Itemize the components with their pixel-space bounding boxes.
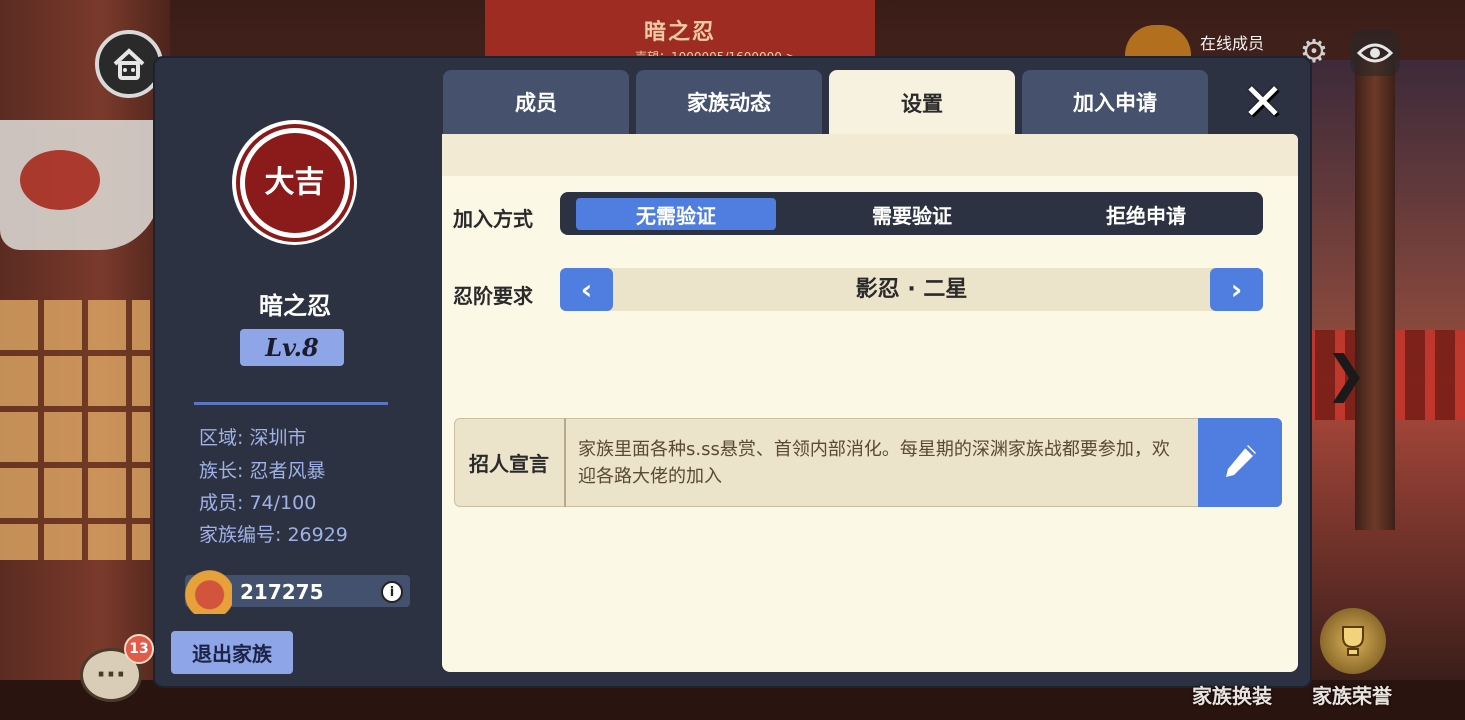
coin-bag-icon bbox=[176, 566, 232, 614]
chat-badge: 13 bbox=[124, 634, 154, 664]
family-emblem: 大吉 bbox=[232, 120, 357, 245]
join-option-no-verify[interactable]: 无需验证 bbox=[576, 198, 776, 230]
background-banner: 暗之忍 声望：1000005/1600000 > bbox=[485, 0, 875, 64]
home-button[interactable] bbox=[95, 30, 163, 98]
trophy-icon[interactable] bbox=[1320, 608, 1386, 674]
close-icon[interactable]: ✕ bbox=[1237, 77, 1289, 127]
banner-title: 暗之忍 bbox=[643, 20, 716, 45]
rank-requirement-label: 忍阶要求 bbox=[453, 284, 533, 308]
sidebar-divider bbox=[194, 402, 388, 405]
chevron-right-icon[interactable]: › bbox=[1210, 268, 1263, 311]
tab-settings[interactable]: 设置 bbox=[829, 70, 1015, 136]
edit-pencil-icon bbox=[1226, 444, 1256, 477]
info-members: 成员: 74/100 bbox=[199, 492, 317, 514]
family-name: 暗之忍 bbox=[259, 292, 331, 320]
family-level-badge: Lv.8 bbox=[240, 329, 344, 366]
join-option-need-verify[interactable]: 需要验证 bbox=[812, 198, 1012, 230]
family-outfit-label[interactable]: 家族换装 bbox=[1192, 680, 1272, 709]
background-pillar bbox=[1355, 60, 1395, 530]
tab-family-news[interactable]: 家族动态 bbox=[636, 70, 822, 134]
exit-family-button[interactable]: 退出家族 bbox=[171, 631, 293, 674]
online-members-label[interactable]: 在线成员 bbox=[1200, 30, 1264, 54]
chevron-left-icon[interactable]: ‹ bbox=[560, 268, 613, 311]
info-family-id: 家族编号: 26929 bbox=[199, 524, 348, 546]
info-icon[interactable]: i bbox=[381, 581, 403, 603]
eye-icon[interactable] bbox=[1350, 30, 1400, 76]
join-option-reject[interactable]: 拒绝申请 bbox=[1046, 198, 1246, 230]
emblem-text: 大吉 bbox=[235, 123, 354, 242]
rank-value: 影忍 · 二星 bbox=[855, 277, 968, 302]
chevron-right-nav-icon[interactable]: ❯ bbox=[1325, 345, 1367, 403]
tab-join-requests[interactable]: 加入申请 bbox=[1022, 70, 1208, 134]
content-top-strip bbox=[442, 134, 1298, 176]
background-cloth bbox=[0, 120, 160, 250]
family-honor-label[interactable]: 家族荣誉 bbox=[1312, 680, 1392, 709]
recruit-declaration-label: 招人宣言 bbox=[454, 418, 566, 507]
edit-declaration-button[interactable] bbox=[1198, 418, 1282, 507]
family-funds-amount: 217275 bbox=[240, 580, 324, 604]
recruit-declaration-text: 家族里面各种s.ss悬赏、首领内部消化。每星期的深渊家族战都要参加，欢迎各路大佬… bbox=[578, 439, 1170, 487]
join-method-label: 加入方式 bbox=[453, 207, 533, 231]
background-lantern bbox=[0, 300, 150, 560]
info-region: 区域: 深圳市 bbox=[199, 427, 307, 449]
tab-members[interactable]: 成员 bbox=[443, 70, 629, 134]
home-icon bbox=[113, 48, 145, 80]
info-leader: 族长: 忍者风暴 bbox=[199, 460, 326, 482]
chat-icon: ··· bbox=[96, 660, 126, 690]
